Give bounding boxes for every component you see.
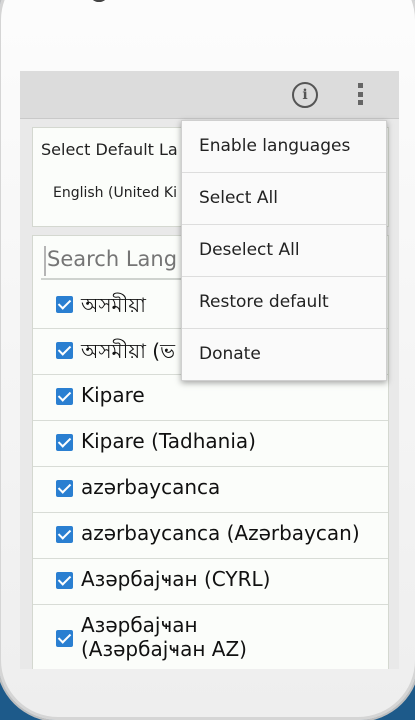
checkbox[interactable]	[56, 480, 73, 497]
menu-item-label: Deselect All	[199, 240, 300, 260]
menu-item-donate[interactable]: Donate	[182, 329, 386, 380]
language-label: Kipare	[81, 383, 145, 407]
language-label: azərbaycanca (Azərbaycan)	[81, 521, 360, 545]
menu-item-restore-default[interactable]: Restore default	[182, 277, 386, 329]
info-icon[interactable]: i	[292, 82, 318, 108]
front-camera-icon	[89, 0, 109, 2]
language-label: অসমীয়া	[81, 293, 146, 317]
checkbox[interactable]	[56, 296, 73, 313]
language-item[interactable]: azərbaycanca (Azərbaycan)	[33, 512, 388, 559]
checkbox[interactable]	[56, 630, 73, 647]
overflow-menu-icon[interactable]	[356, 83, 364, 105]
language-item[interactable]: Азәрбајҹан (Азәрбајҹан AZ)	[33, 604, 388, 669]
language-label-line2: (Азәрбајҹан AZ)	[81, 637, 247, 661]
menu-item-select-all[interactable]: Select All	[182, 173, 386, 225]
checkbox[interactable]	[56, 526, 73, 543]
overflow-menu: Enable languages Select All Deselect All…	[181, 120, 387, 381]
language-label: অসমীয়া (ভ	[81, 339, 176, 363]
default-language-selector[interactable]: English (United Ki	[53, 185, 177, 201]
menu-item-enable-languages[interactable]: Enable languages	[182, 121, 386, 173]
language-label: azərbaycanca	[81, 475, 221, 499]
checkbox[interactable]	[56, 572, 73, 589]
action-bar: i	[20, 71, 399, 119]
checkbox[interactable]	[56, 388, 73, 405]
overflow-dot	[357, 91, 363, 97]
language-item[interactable]: Kipare (Tadhania)	[33, 420, 388, 467]
checkbox[interactable]	[56, 434, 73, 451]
menu-item-label: Restore default	[199, 292, 329, 312]
language-label: Азәрбајҹан (CYRL)	[81, 567, 271, 591]
language-label: Азәрбајҹан	[81, 613, 198, 637]
default-language-title: Select Default La	[41, 140, 178, 159]
language-label: Kipare (Tadhania)	[81, 429, 256, 453]
menu-item-label: Donate	[199, 344, 261, 364]
menu-item-label: Enable languages	[199, 136, 351, 156]
menu-item-label: Select All	[199, 188, 278, 208]
overflow-dot	[357, 83, 363, 88]
language-item[interactable]: Kipare	[33, 374, 388, 421]
overflow-dot	[357, 100, 363, 105]
menu-item-deselect-all[interactable]: Deselect All	[182, 225, 386, 277]
language-item[interactable]: Азәрбајҹан (CYRL)	[33, 558, 388, 605]
language-item[interactable]: azərbaycanca	[33, 466, 388, 513]
checkbox[interactable]	[56, 342, 73, 359]
